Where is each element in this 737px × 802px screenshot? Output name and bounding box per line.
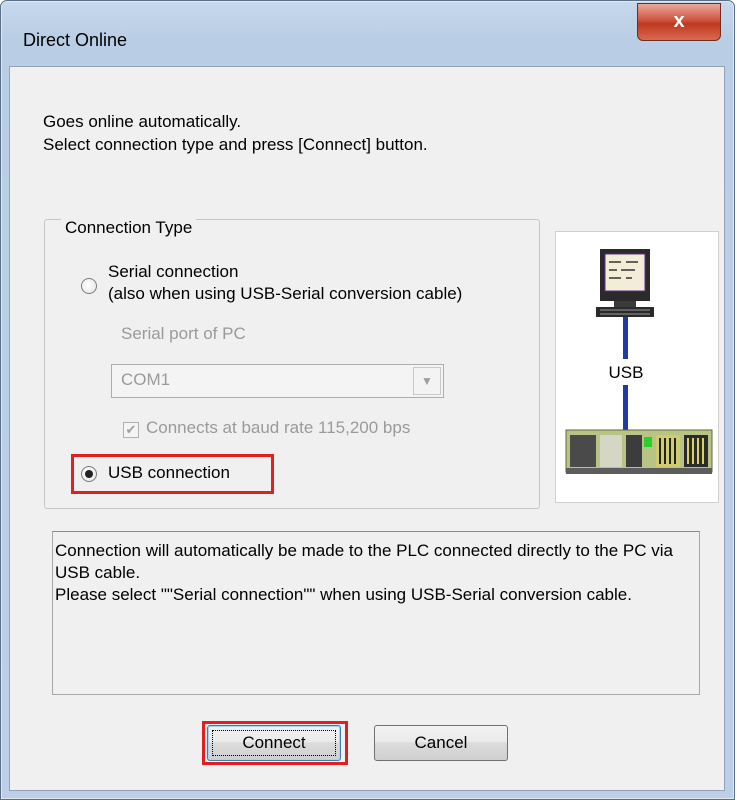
baud-rate-label: Connects at baud rate 115,200 bps — [146, 418, 411, 437]
serial-port-value: COM1 — [121, 370, 171, 389]
intro-line-2: Select connection type and press [Connec… — [43, 135, 428, 154]
close-button[interactable]: x — [637, 3, 721, 41]
cancel-button[interactable]: Cancel — [374, 725, 508, 761]
description-box: Connection will automatically be made to… — [52, 531, 700, 695]
serial-connection-label[interactable]: Serial connection — [108, 262, 238, 282]
serial-connection-sublabel: (also when using USB-Serial conversion c… — [108, 284, 463, 303]
title-bar[interactable]: Direct Online x — [1, 1, 734, 53]
chevron-down-icon[interactable]: ▼ — [413, 367, 441, 395]
connect-button-highlight — [202, 721, 348, 765]
plc-rack-icon — [565, 429, 713, 474]
serial-connection-radio[interactable] — [81, 278, 97, 294]
monitor-icon — [596, 249, 654, 317]
baud-rate-checkbox[interactable]: ✔ — [123, 422, 139, 438]
description-content: Connection will automatically be made to… — [55, 541, 673, 604]
connection-type-legend: Connection Type — [61, 218, 197, 238]
usb-diagram-label: USB — [609, 363, 644, 382]
usb-connection-highlight — [71, 454, 274, 494]
window-title: Direct Online — [23, 30, 128, 50]
pc-to-plc-diagram: USB — [565, 249, 713, 474]
intro-line-1: Goes online automatically. — [43, 112, 242, 131]
description-text: Connection will automatically be made to… — [55, 540, 695, 606]
connection-illustration: USB — [555, 231, 719, 503]
serial-port-label: Serial port of PC — [121, 324, 246, 343]
serial-port-select[interactable]: COM1 ▼ — [111, 364, 444, 398]
cancel-button-label: Cancel — [414, 733, 468, 752]
